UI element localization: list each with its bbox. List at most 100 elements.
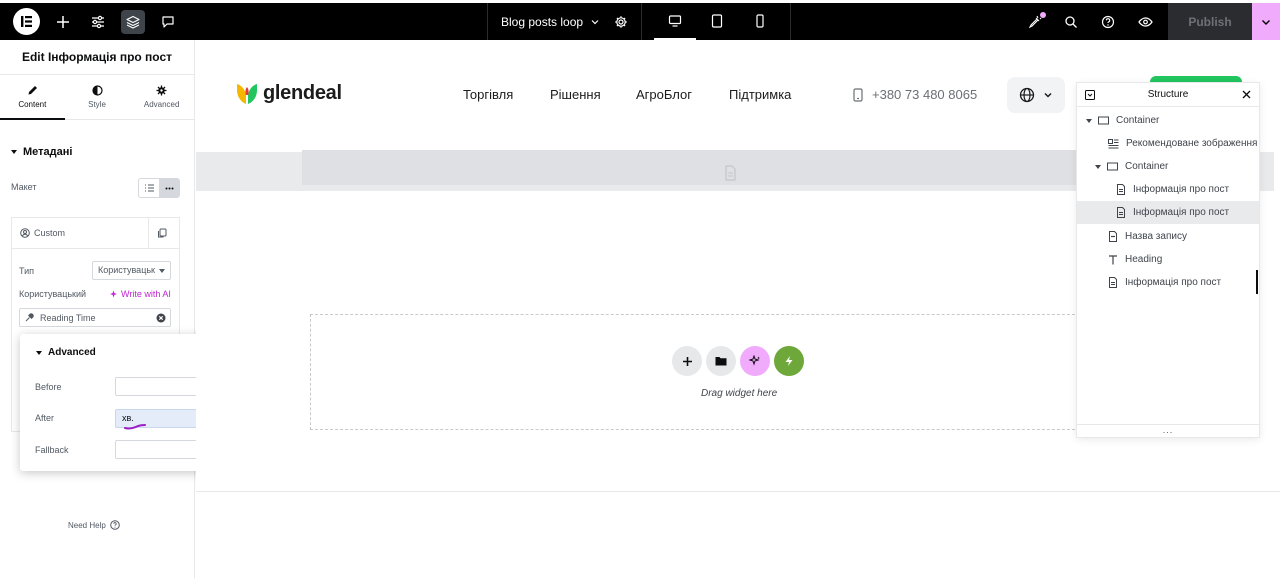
page-settings-gear-icon[interactable] — [609, 10, 633, 34]
caret-down-icon — [1086, 118, 1092, 123]
post-info-icon — [1117, 184, 1125, 195]
structure-item-label: Heading — [1125, 254, 1163, 265]
desktop-device-icon[interactable] — [654, 9, 696, 40]
need-help-link[interactable]: Need Help — [68, 520, 120, 530]
structure-header: Structure — [1077, 83, 1259, 107]
dynamic-tag-value: Reading Time — [40, 312, 96, 323]
structure-item-label: Інформація про пост — [1133, 207, 1230, 218]
advanced-toggle[interactable]: Advanced — [36, 347, 96, 358]
post-info-icon — [1117, 207, 1125, 218]
structure-item-label: Інформація про пост — [1125, 277, 1222, 288]
fallback-label: Fallback — [35, 445, 69, 455]
structure-item-post-info-selected[interactable]: Інформація про пост — [1077, 201, 1259, 224]
structure-item-post-title[interactable]: Назва запису — [1077, 225, 1259, 248]
write-with-ai-button[interactable]: Write with AI — [109, 289, 171, 299]
kit-library-button[interactable] — [774, 346, 804, 376]
ai-sparkle-icon — [749, 355, 760, 366]
chevron-down-icon — [1262, 19, 1270, 25]
help-icon[interactable] — [1096, 10, 1120, 34]
remove-tag-icon[interactable] — [156, 313, 166, 323]
wrench-icon — [25, 313, 34, 322]
layout-toggle — [138, 178, 180, 198]
type-select[interactable]: Користувацьк — [92, 261, 171, 280]
search-icon[interactable] — [1059, 10, 1083, 34]
structure-item-container-nested[interactable]: Container — [1077, 155, 1259, 178]
add-widget-button[interactable] — [672, 346, 702, 376]
tab-style[interactable]: Style — [65, 75, 130, 119]
bolt-icon — [785, 356, 793, 366]
comments-icon[interactable] — [156, 10, 180, 34]
structure-panel: Structure Container Рекомендоване зображ… — [1076, 82, 1260, 438]
custom-item-label: Custom — [34, 228, 66, 238]
site-logo[interactable]: glendeal — [236, 81, 342, 105]
layout-list-button[interactable] — [139, 179, 159, 197]
custom-item-header[interactable]: Custom — [12, 218, 179, 249]
section-metadata-toggle[interactable]: Метадані — [11, 146, 72, 158]
device-switcher — [641, 3, 791, 40]
layout-inline-button[interactable] — [159, 179, 179, 197]
custom-field-label: Користувацький — [19, 289, 87, 299]
glendeal-leaf-logo-icon — [237, 84, 257, 104]
container-icon — [1107, 162, 1118, 171]
structure-item-container[interactable]: Container — [1077, 109, 1259, 132]
caret-down-icon — [1095, 164, 1101, 169]
site-settings-icon[interactable] — [86, 10, 110, 34]
chevron-down-icon — [1044, 92, 1052, 98]
panel-tabs: Content Style Advanced — [0, 75, 194, 120]
advanced-title: Advanced — [48, 347, 96, 358]
dynamic-tag-field[interactable]: Reading Time — [19, 308, 171, 327]
type-label: Тип — [19, 266, 35, 276]
tablet-device-icon[interactable] — [705, 9, 729, 33]
structure-layers-icon[interactable] — [121, 10, 145, 34]
duplicate-button[interactable] — [148, 218, 179, 248]
post-title-icon — [1109, 231, 1117, 242]
structure-resize-handle[interactable]: ... — [1077, 425, 1259, 435]
folder-icon — [715, 357, 727, 366]
heading-icon — [1109, 254, 1117, 264]
nav-item-trade[interactable]: Торгівля — [463, 87, 513, 102]
annotation-squiggle — [124, 424, 146, 430]
empty-container-drop-zone[interactable] — [310, 314, 1090, 430]
elementor-logo-icon[interactable] — [13, 8, 40, 35]
phone-link[interactable]: +380 73 480 8065 — [853, 87, 977, 102]
add-element-icon[interactable] — [51, 10, 75, 34]
pencil-icon — [28, 86, 37, 95]
tab-advanced[interactable]: Advanced — [129, 75, 194, 119]
language-switcher[interactable] — [1007, 77, 1065, 113]
panel-title: Edit Інформація про пост — [0, 40, 194, 75]
nav-item-support[interactable]: Підтримка — [729, 87, 791, 102]
structure-title: Structure — [1147, 89, 1189, 100]
close-icon[interactable] — [1242, 90, 1251, 99]
structure-item-post-info-2[interactable]: Інформація про пост — [1077, 271, 1259, 294]
preview-eye-icon[interactable] — [1133, 10, 1157, 34]
nav-item-agroblog[interactable]: АгроБлог — [636, 87, 692, 102]
ai-sparkle-icon — [110, 290, 117, 297]
section-divider — [196, 491, 1280, 492]
structure-scrollbar[interactable] — [1256, 270, 1258, 294]
structure-item-featured-image[interactable]: Рекомендоване зображення — [1077, 132, 1259, 155]
publish-button[interactable]: Publish — [1168, 3, 1252, 40]
top-bar: Blog posts loop Publish — [0, 0, 1280, 40]
write-with-ai-label: Write with AI — [121, 289, 171, 299]
after-label: After — [35, 413, 55, 423]
type-select-value: Користувацьк — [98, 265, 155, 275]
ai-generate-button[interactable] — [740, 346, 770, 376]
nav-item-solutions[interactable]: Рішення — [550, 87, 601, 102]
chevron-down-icon — [591, 19, 599, 24]
mobile-device-icon[interactable] — [748, 9, 772, 33]
post-info-icon — [1109, 277, 1117, 288]
section-title: Метадані — [23, 146, 73, 158]
structure-item-heading[interactable]: Heading — [1077, 248, 1259, 271]
featured-image-placeholder[interactable] — [302, 150, 1082, 185]
structure-item-post-info[interactable]: Інформація про пост — [1077, 178, 1259, 201]
layout-label: Макет — [11, 182, 37, 192]
before-input[interactable] — [115, 377, 202, 396]
fallback-input[interactable] — [115, 440, 202, 459]
phone-icon — [853, 87, 863, 102]
notifications-icon[interactable] — [1023, 10, 1047, 34]
tab-content[interactable]: Content — [0, 75, 65, 120]
add-template-button[interactable] — [706, 346, 736, 376]
tab-style-label: Style — [88, 100, 106, 109]
publish-options-button[interactable] — [1252, 3, 1280, 40]
help-circle-icon — [110, 520, 120, 530]
